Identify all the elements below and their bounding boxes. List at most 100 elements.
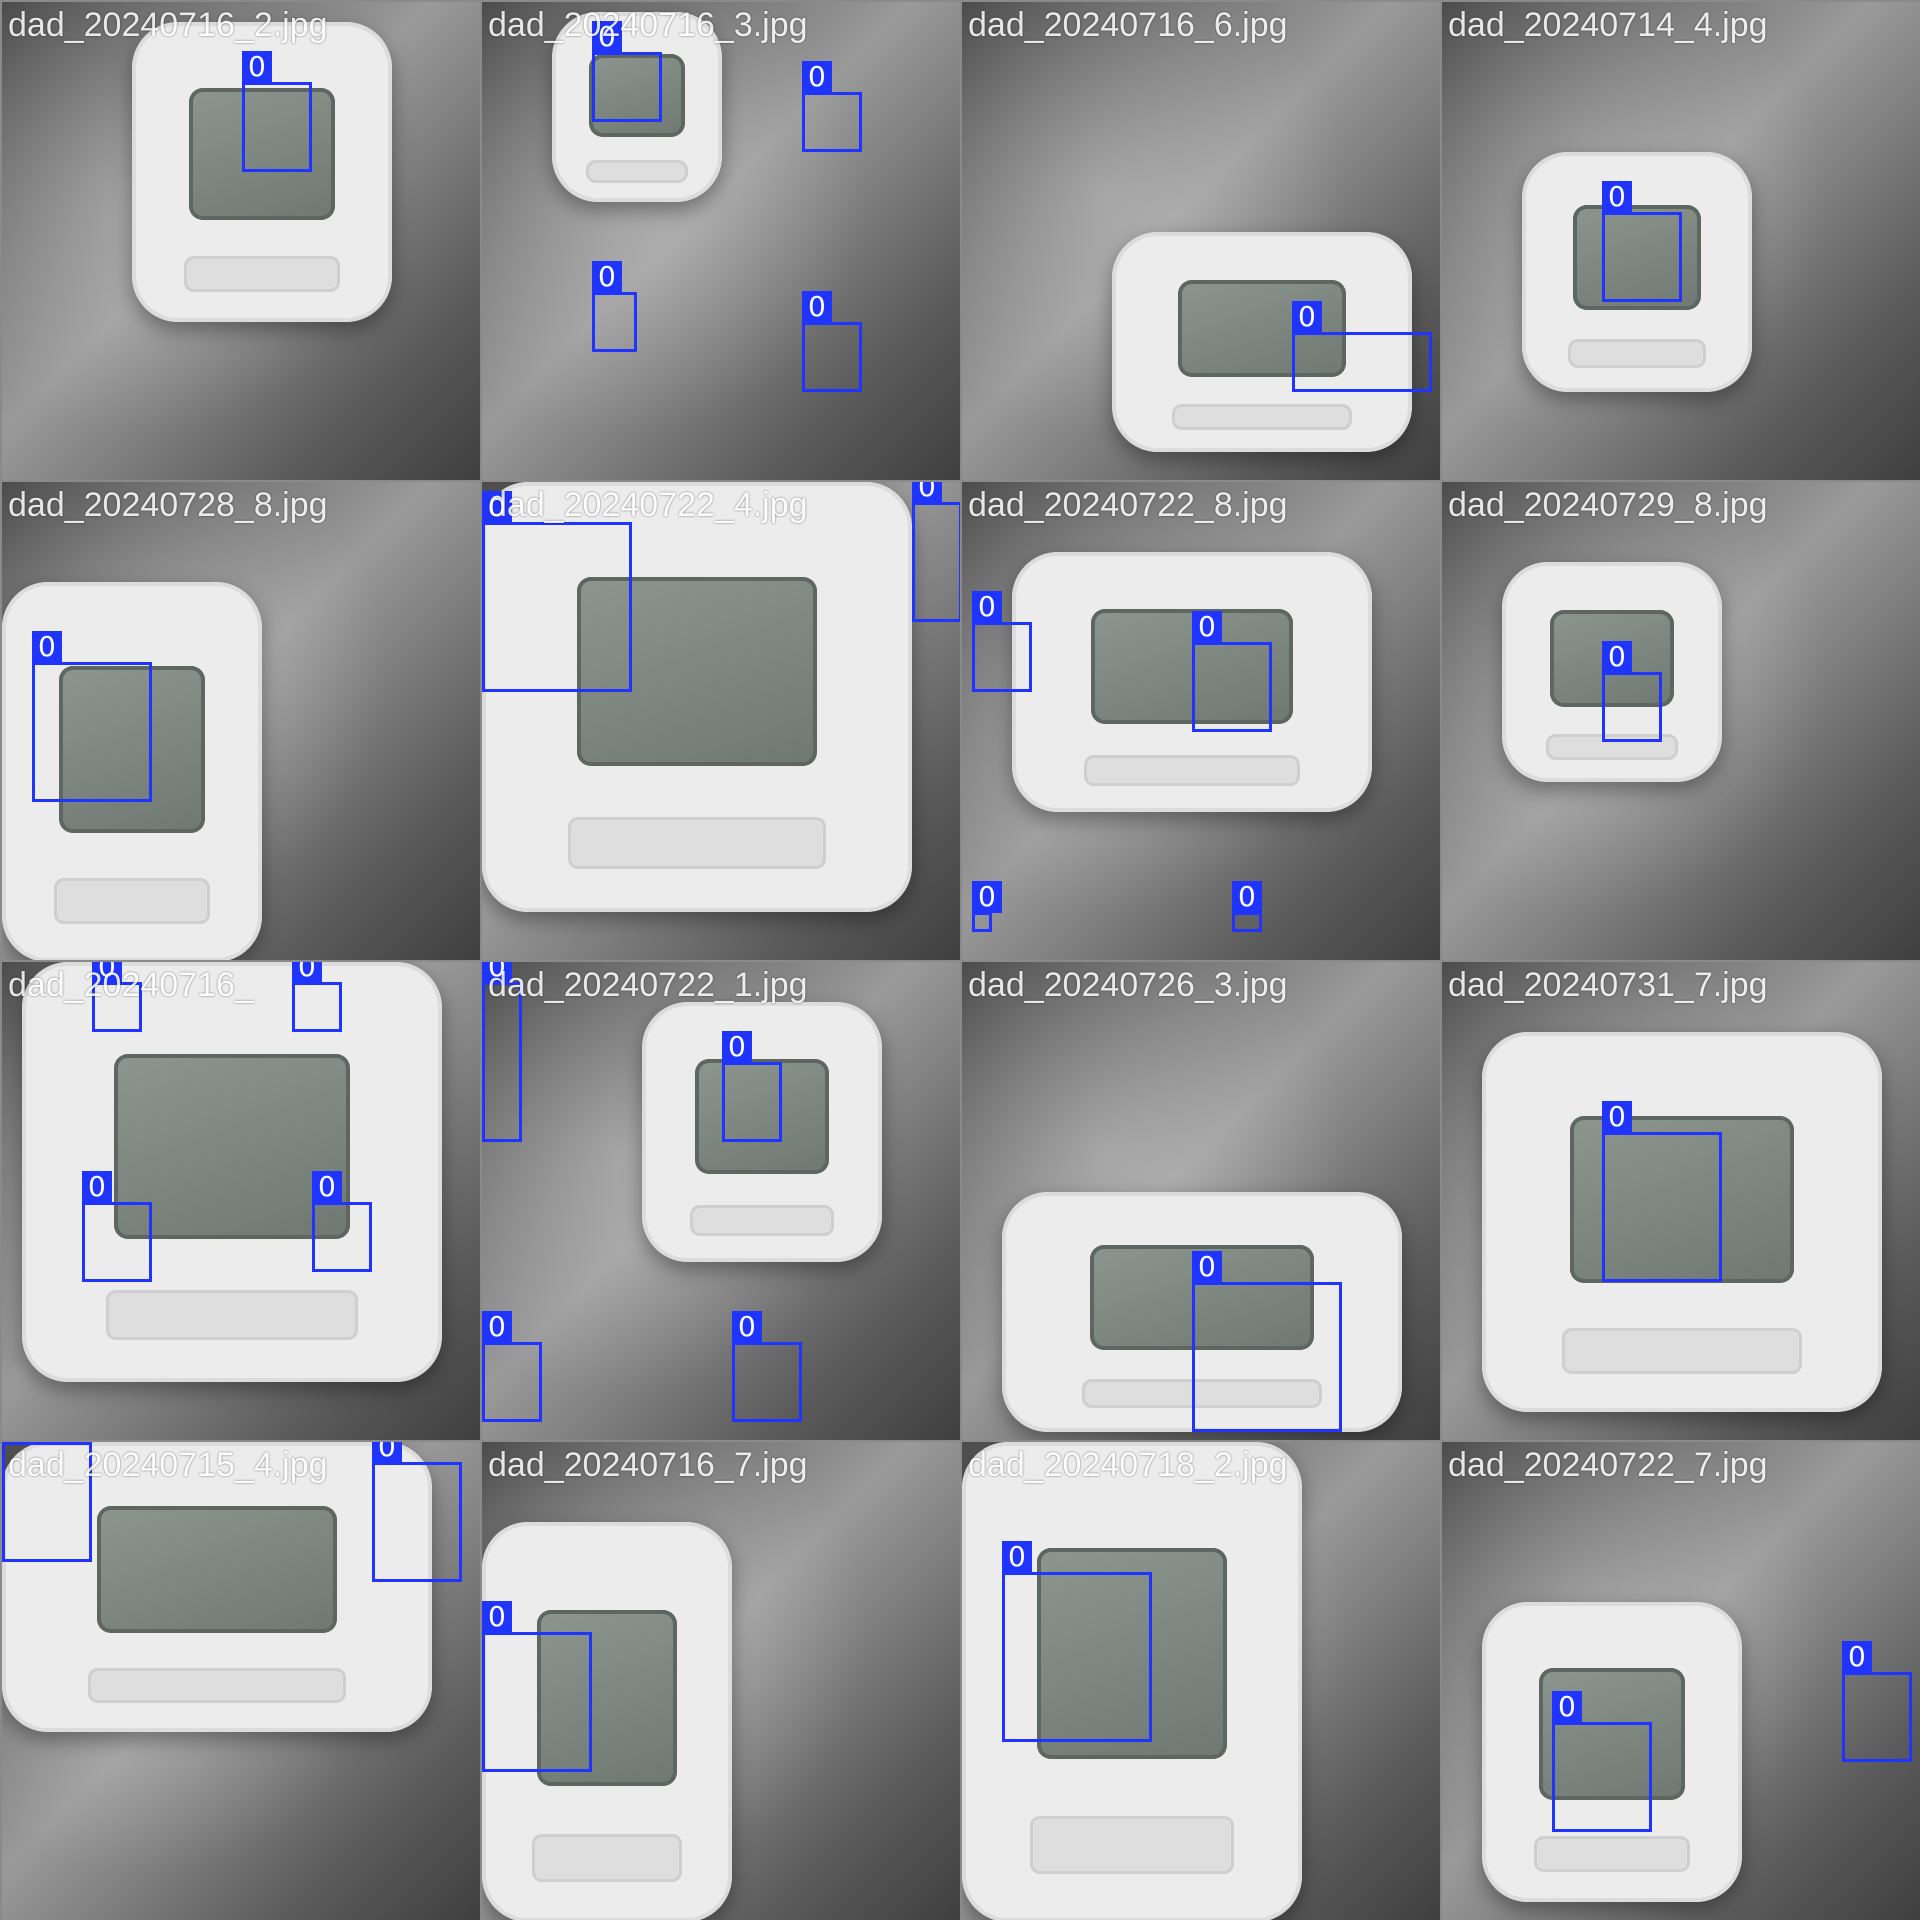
device-buttons xyxy=(88,1668,346,1703)
filename-label: dad_20240728_8.jpg xyxy=(8,486,328,524)
device-buttons xyxy=(1534,1836,1690,1872)
detection-bbox: 0 xyxy=(482,491,632,692)
class-label: 0 xyxy=(1842,1641,1872,1673)
device-buttons xyxy=(1568,339,1706,368)
class-label: 0 xyxy=(1192,1251,1222,1283)
class-label: 0 xyxy=(292,962,322,983)
detection-bbox: 0 xyxy=(32,631,152,802)
filename-label: dad_20240722_4.jpg xyxy=(488,486,808,524)
image-tile: dad_20240726_3.jpg 0 xyxy=(962,962,1440,1440)
filename-label: dad_20240716_3.jpg xyxy=(488,6,808,44)
class-label: 0 xyxy=(1602,1101,1632,1133)
class-label: 0 xyxy=(732,1311,762,1343)
class-label: 0 xyxy=(972,591,1002,623)
detection-bbox: 0 xyxy=(1552,1691,1652,1832)
detection-bbox: 0 xyxy=(972,881,1002,932)
class-label: 0 xyxy=(592,261,622,293)
device-buttons xyxy=(1172,403,1352,430)
detection-bbox: 0 xyxy=(372,1442,462,1582)
filename-label: dad_20240714_4.jpg xyxy=(1448,6,1768,44)
filename-label: dad_20240729_8.jpg xyxy=(1448,486,1768,524)
image-tile: dad_20240716_ 0 0 0 0 xyxy=(2,962,480,1440)
class-label: 0 xyxy=(2,1442,32,1443)
image-tile: dad_20240728_8.jpg 0 xyxy=(2,482,480,960)
device-buttons xyxy=(586,160,688,183)
device-buttons xyxy=(1030,1816,1234,1874)
class-label: 0 xyxy=(1192,611,1222,643)
detection-bbox: 0 xyxy=(482,1601,592,1772)
detection-bbox: 0 xyxy=(592,21,662,122)
detection-bbox: 0 xyxy=(482,1311,542,1422)
filename-label: dad_20240715_4.jpg xyxy=(8,1446,328,1484)
device-buttons xyxy=(532,1834,682,1882)
detection-bbox: 0 xyxy=(82,1171,152,1282)
detection-bbox: 0 xyxy=(482,962,522,1142)
detection-bbox: 0 xyxy=(312,1171,372,1272)
class-label: 0 xyxy=(1292,301,1322,333)
detection-bbox: 0 xyxy=(972,591,1032,692)
class-label: 0 xyxy=(32,631,62,663)
class-label: 0 xyxy=(482,1601,512,1633)
class-label: 0 xyxy=(1232,881,1262,913)
filename-label: dad_20240722_7.jpg xyxy=(1448,1446,1768,1484)
class-label: 0 xyxy=(242,51,272,83)
filename-label: dad_20240722_8.jpg xyxy=(968,486,1288,524)
detection-bbox: 0 xyxy=(1602,1101,1722,1282)
class-label: 0 xyxy=(802,61,832,93)
detection-bbox: 0 xyxy=(732,1311,802,1422)
filename-label: dad_20240718_2.jpg xyxy=(968,1446,1288,1484)
class-label: 0 xyxy=(312,1171,342,1203)
detection-bbox: 0 xyxy=(1602,181,1682,302)
detection-bbox: 0 xyxy=(1192,611,1272,732)
detection-bbox: 0 xyxy=(1842,1641,1912,1762)
image-tile: dad_20240722_1.jpg 0 0 0 0 xyxy=(482,962,960,1440)
image-tile: dad_20240716_6.jpg 0 xyxy=(962,2,1440,480)
class-label: 0 xyxy=(372,1442,402,1463)
filename-label: dad_20240716_6.jpg xyxy=(968,6,1288,44)
image-tile: dad_20240715_4.jpg 0 0 xyxy=(2,1442,480,1920)
detection-bbox: 0 xyxy=(722,1031,782,1142)
detection-bbox: 0 xyxy=(292,962,342,1032)
image-tile: dad_20240716_3.jpg 0 0 0 0 xyxy=(482,2,960,480)
detection-bbox: 0 xyxy=(1192,1251,1342,1432)
image-tile: dad_20240729_8.jpg 0 xyxy=(1442,482,1920,960)
image-tile: dad_20240722_8.jpg 0 0 0 0 xyxy=(962,482,1440,960)
detection-bbox: 0 xyxy=(802,291,862,392)
device-buttons xyxy=(1562,1328,1802,1374)
device-buttons xyxy=(106,1289,358,1340)
device-buttons xyxy=(1084,754,1300,786)
device-buttons xyxy=(690,1204,834,1236)
filename-label: dad_20240716_2.jpg xyxy=(8,6,328,44)
detection-bbox: 0 xyxy=(802,61,862,152)
device-buttons xyxy=(54,878,210,924)
class-label: 0 xyxy=(972,881,1002,913)
image-tile: dad_20240722_7.jpg 0 0 xyxy=(1442,1442,1920,1920)
filename-label: dad_20240731_7.jpg xyxy=(1448,966,1768,1004)
image-tile: dad_20240722_4.jpg 0 0 xyxy=(482,482,960,960)
image-tile: dad_20240731_7.jpg 0 xyxy=(1442,962,1920,1440)
filename-label: dad_20240716_7.jpg xyxy=(488,1446,808,1484)
device-buttons xyxy=(568,817,826,869)
class-label: 0 xyxy=(482,1311,512,1343)
detection-bbox: 0 xyxy=(912,482,960,622)
detection-bbox: 0 xyxy=(1602,641,1662,742)
filename-label: dad_20240726_3.jpg xyxy=(968,966,1288,1004)
image-tile: dad_20240714_4.jpg 0 xyxy=(1442,2,1920,480)
detection-bbox: 0 xyxy=(1292,301,1432,392)
detection-bbox: 0 xyxy=(592,261,637,352)
class-label: 0 xyxy=(802,291,832,323)
image-tile: dad_20240716_2.jpg 0 xyxy=(2,2,480,480)
mosaic-grid: dad_20240716_2.jpg 0 dad_20240716_3.jpg 0 0… xyxy=(0,0,1920,1920)
class-label: 0 xyxy=(1602,181,1632,213)
class-label: 0 xyxy=(912,482,942,503)
class-label: 0 xyxy=(82,1171,112,1203)
filename-label: dad_20240722_1.jpg xyxy=(488,966,808,1004)
class-label: 0 xyxy=(1002,1541,1032,1573)
filename-label: dad_20240716_ xyxy=(8,966,254,1004)
detection-bbox: 0 xyxy=(242,51,312,172)
detection-bbox: 0 xyxy=(1002,1541,1152,1742)
device-buttons xyxy=(184,256,340,292)
image-tile: dad_20240716_7.jpg 0 xyxy=(482,1442,960,1920)
class-label: 0 xyxy=(1552,1691,1582,1723)
detection-bbox: 0 xyxy=(1232,881,1262,932)
